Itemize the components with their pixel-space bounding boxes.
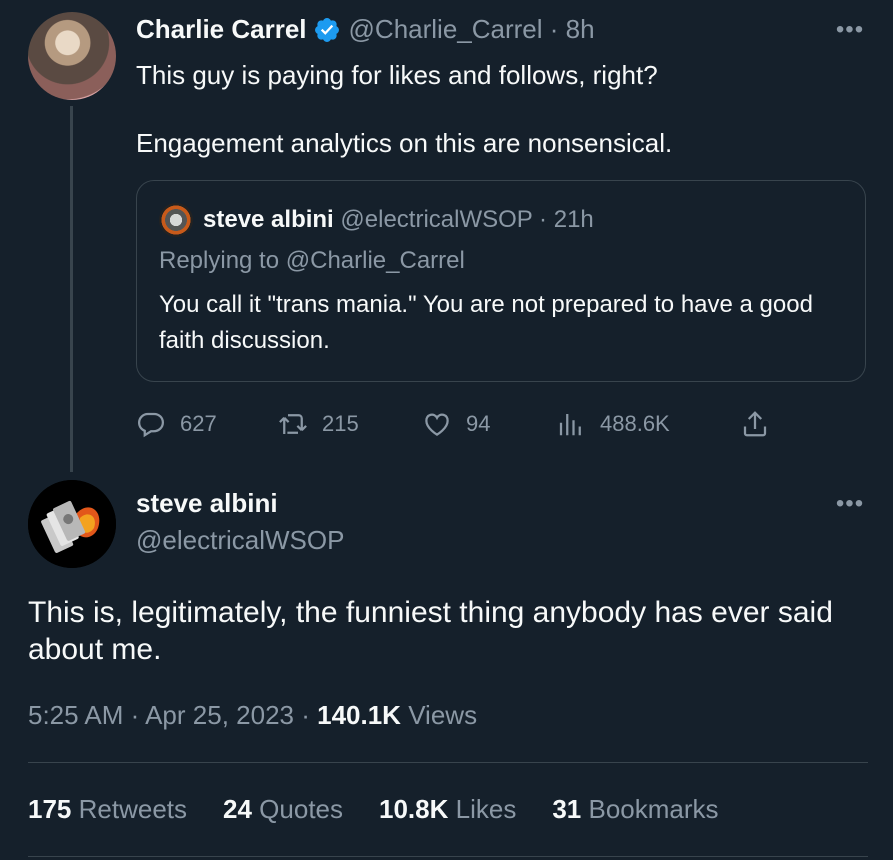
parent-action-bar: 627 215 94 488.6K [136, 404, 786, 444]
divider [28, 856, 868, 857]
quoted-author-name: steve albini [203, 206, 334, 233]
thread-connector-line [70, 106, 73, 472]
retweet-icon [279, 414, 307, 434]
like-button[interactable]: 94 [422, 404, 490, 444]
charlie-carrel-avatar[interactable] [28, 12, 116, 100]
retweet-count: 215 [322, 411, 359, 436]
stat-label: Quotes [259, 794, 343, 824]
replying-to-handle: @Charlie_Carrel [285, 247, 465, 274]
tweet-meta-line: 5:25 AM · Apr 25, 2023 · 140.1K Views [28, 700, 477, 731]
reply-count: 627 [180, 411, 217, 436]
parent-timestamp[interactable]: 8h [566, 14, 595, 45]
divider [28, 762, 868, 763]
quoted-tweet-card[interactable]: steve albini @electricalWSOP · 21h Reply… [136, 180, 866, 382]
quoted-author-handle: @electricalWSOP [340, 206, 533, 233]
stat-likes[interactable]: 10.8K Likes [379, 794, 516, 825]
parent-text-line: Engagement analytics on this are nonsens… [136, 128, 673, 158]
quoted-tweet-header: steve albini @electricalWSOP · 21h [203, 203, 594, 237]
parent-more-options-icon[interactable]: ••• [832, 18, 868, 42]
stat-label: Retweets [78, 794, 188, 824]
main-more-options-icon[interactable]: ••• [832, 492, 868, 516]
like-count: 94 [466, 411, 491, 436]
stat-count: 10.8K [379, 794, 449, 824]
parent-tweet-header: Charlie Carrel @Charlie_Carrel · 8h [136, 14, 595, 45]
retweet-button[interactable]: 215 [278, 404, 359, 444]
quoted-timestamp: 21h [553, 206, 594, 233]
heart-icon [425, 413, 449, 436]
reply-button[interactable]: 627 [136, 404, 217, 444]
views-button[interactable]: 488.6K [556, 404, 670, 444]
stat-count: 31 [552, 794, 582, 824]
analytics-icon [559, 414, 581, 436]
parent-author-name[interactable]: Charlie Carrel [136, 14, 307, 45]
parent-author-handle[interactable]: @Charlie_Carrel [349, 14, 543, 45]
steve-albini-avatar[interactable] [28, 480, 116, 568]
replying-to-line: Replying to @Charlie_Carrel [159, 247, 465, 275]
burning-cash-avatar-image [28, 480, 116, 568]
tweet-views-count: 140.1K [317, 700, 401, 730]
reply-icon [137, 412, 165, 438]
replying-to-label: Replying to [159, 247, 280, 274]
parent-tweet-text: This guy is paying for likes and follows… [136, 58, 856, 160]
separator-dot: · [301, 700, 318, 730]
verified-badge-icon [313, 16, 341, 44]
stat-retweets[interactable]: 175 Retweets [28, 794, 187, 825]
tweet-time[interactable]: 5:25 AM [28, 700, 123, 730]
stat-quotes[interactable]: 24 Quotes [223, 794, 343, 825]
stat-count: 24 [223, 794, 252, 824]
stat-bookmarks[interactable]: 31 Bookmarks [552, 794, 718, 825]
quoted-tweet-text: You call it "trans mania." You are not p… [159, 291, 813, 354]
main-tweet-text: This is, legitimately, the funniest thin… [28, 596, 833, 666]
parent-text-line: This guy is paying for likes and follows… [136, 60, 658, 90]
tweet-date[interactable]: Apr 25, 2023 [145, 700, 294, 730]
share-icon [743, 411, 767, 437]
main-author-handle[interactable]: @electricalWSOP [136, 525, 344, 556]
stat-label: Bookmarks [588, 794, 719, 824]
separator-dot: · [542, 14, 566, 44]
tweet-views-label: Views [408, 700, 478, 730]
stat-label: Likes [455, 794, 517, 824]
views-count: 488.6K [600, 411, 670, 436]
share-button[interactable] [740, 404, 784, 444]
main-author-name[interactable]: steve albini [136, 488, 278, 519]
engagement-stats: 175 Retweets 24 Quotes 10.8K Likes 31 Bo… [28, 794, 719, 825]
separator-dot: · [130, 700, 146, 730]
quoted-author-avatar [159, 203, 193, 237]
separator-dot: · [539, 206, 554, 233]
stat-count: 175 [28, 794, 72, 824]
